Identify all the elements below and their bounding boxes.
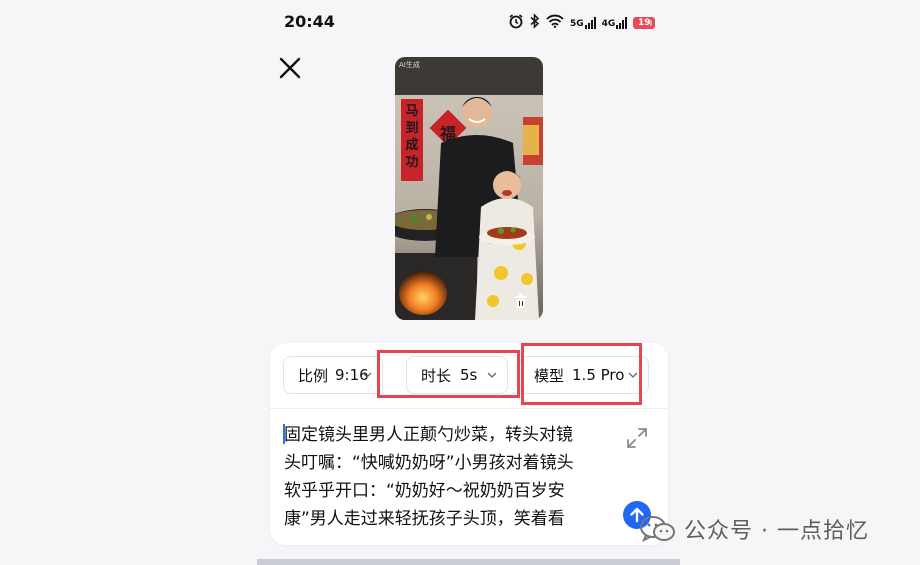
bluetooth-icon [530, 12, 540, 34]
prompt-line: 软乎乎开口：“奶奶好～祝奶奶百岁安 [284, 481, 565, 501]
video-thumbnail-image [395, 57, 543, 320]
trash-icon [515, 294, 527, 308]
prompt-line: 头叮嘱：“快喊奶奶呀”小男孩对着镜头 [284, 453, 574, 473]
status-bar: 20:44 5G 4G 19 [0, 0, 920, 44]
model-label: 模型 [534, 366, 565, 385]
duration-label: 时长 [421, 366, 452, 385]
expand-button[interactable] [625, 426, 649, 450]
prompt-line: 固定镜头里男人正颠勺炒菜，转头对镜 [284, 425, 573, 445]
duration-value: 5s [460, 366, 478, 384]
prompt-line: 康”男人走过来轻抚孩子头顶，笑着看 [284, 509, 565, 529]
video-preview[interactable]: AI生成 马到成功 福 [395, 57, 543, 320]
close-icon [279, 57, 301, 79]
chevron-down-icon [628, 372, 638, 378]
ratio-label: 比例 [298, 366, 329, 385]
alarm-icon [508, 13, 524, 34]
video-watermark: AI生成 [399, 61, 420, 69]
cellular-4g-icon: 4G [602, 17, 628, 29]
fu-character: 福 [439, 124, 456, 143]
wechat-watermark: 公众号 · 一点拾忆 [640, 513, 869, 545]
chevron-down-icon [487, 372, 497, 378]
ratio-selector[interactable]: 比例 9:16 [283, 356, 383, 394]
battery-icon: 19 [633, 17, 656, 29]
bottom-strip [257, 559, 680, 565]
status-time: 20:44 [284, 12, 335, 31]
prompt-textarea[interactable]: 固定镜头里男人正颠勺炒菜，转头对镜 头叮嘱：“快喊奶奶呀”小男孩对着镜头 软乎乎… [284, 421, 614, 533]
signal-1-label: 5G [570, 19, 584, 29]
model-selector[interactable]: 模型 1.5 Pro [519, 356, 649, 394]
panel-divider [270, 408, 668, 409]
expand-icon [627, 428, 647, 448]
model-value: 1.5 Pro [572, 366, 625, 384]
signal-2-label: 4G [601, 19, 616, 29]
wechat-icon [640, 516, 675, 543]
wechat-watermark-text: 公众号 · 一点拾忆 [684, 519, 869, 544]
wifi-icon [546, 14, 564, 33]
couplet-text: 马到成功 [405, 104, 419, 170]
delete-video-button[interactable] [511, 291, 531, 311]
duration-selector[interactable]: 时长 5s [406, 356, 508, 394]
status-icons: 5G 4G 19 [508, 12, 656, 34]
cellular-5g-icon: 5G [570, 17, 596, 29]
chevron-down-icon [362, 372, 372, 378]
close-button[interactable] [276, 54, 304, 82]
